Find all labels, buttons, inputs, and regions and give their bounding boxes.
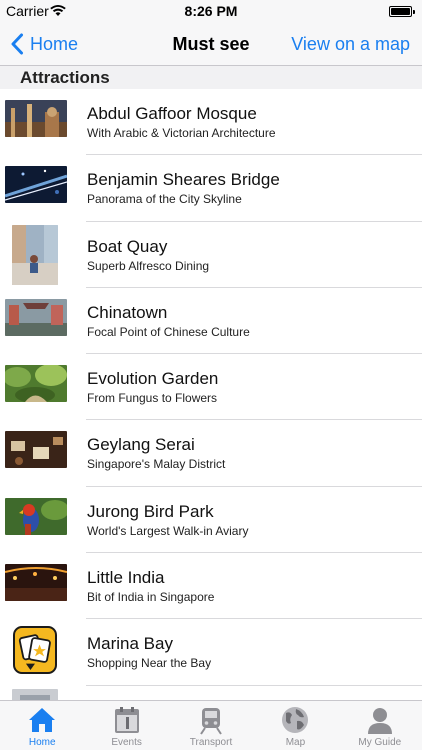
item-subtitle: Bit of India in Singapore	[87, 590, 215, 605]
attractions-list[interactable]: Abdul Gaffoor Mosque With Arabic & Victo…	[0, 89, 422, 700]
garden-thumbnail	[5, 365, 67, 403]
geylang-thumbnail	[5, 431, 67, 469]
tab-label: Transport	[189, 737, 233, 748]
chinatown-thumbnail	[5, 298, 67, 336]
view-on-map-button[interactable]: View on a map	[291, 22, 410, 66]
next-item-thumbnail	[12, 688, 58, 700]
item-title: Benjamin Sheares Bridge	[87, 170, 280, 190]
little-india-thumbnail	[5, 564, 67, 602]
calendar-icon	[114, 707, 139, 733]
bird-thumbnail	[5, 497, 67, 535]
tab-label: Events	[111, 737, 142, 748]
tab-home[interactable]: Home	[0, 701, 84, 750]
item-title: Marina Bay	[87, 634, 173, 654]
list-item-partial[interactable]	[0, 686, 422, 700]
mosque-thumbnail	[5, 100, 67, 137]
list-item[interactable]: Little India Bit of India in Singapore	[0, 553, 422, 620]
item-title: Boat Quay	[87, 236, 168, 256]
list-item[interactable]: Evolution Garden From Fungus to Flowers	[0, 354, 422, 421]
clock: 8:26 PM	[184, 3, 238, 19]
home-icon	[29, 708, 56, 732]
item-title: Evolution Garden	[87, 369, 219, 389]
item-subtitle: With Arabic & Victorian Architecture	[87, 126, 276, 140]
list-item[interactable]: Marina Bay Shopping Near the Bay	[0, 619, 422, 686]
person-icon	[367, 708, 392, 734]
placeholder-icon	[13, 626, 57, 675]
item-subtitle: From Fungus to Flowers	[87, 391, 218, 406]
chevron-left-icon	[11, 33, 23, 55]
item-title: Geylang Serai	[87, 435, 195, 455]
item-subtitle: Shopping Near the Bay	[87, 656, 212, 671]
item-subtitle: Focal Point of Chinese Culture	[87, 324, 250, 339]
tab-transport[interactable]: Transport	[169, 701, 253, 750]
back-button[interactable]: Home	[10, 22, 78, 66]
item-subtitle: Singapore's Malay District	[87, 457, 226, 472]
battery-icon	[389, 6, 415, 17]
list-item[interactable]: Boat Quay Superb Alfresco Dining	[0, 222, 422, 288]
bridge-thumbnail	[5, 166, 67, 204]
list-item[interactable]: Geylang Serai Singapore's Malay District	[0, 420, 422, 487]
item-subtitle: Panorama of the City Skyline	[87, 192, 242, 207]
navigation-bar: Home Must see View on a map	[0, 22, 422, 66]
status-bar: Carrier 8:26 PM	[0, 0, 422, 22]
tab-events[interactable]: Events	[84, 701, 168, 750]
tab-my-guide[interactable]: My Guide	[338, 701, 422, 750]
quay-thumbnail	[12, 224, 58, 285]
item-title: Abdul Gaffoor Mosque	[87, 104, 257, 123]
tab-label: Home	[28, 737, 56, 748]
globe-icon	[282, 707, 309, 733]
back-button-label: Home	[30, 33, 79, 54]
list-item[interactable]: Jurong Bird Park World's Largest Walk-in…	[0, 487, 422, 554]
list-item[interactable]: Chinatown Focal Point of Chinese Culture	[0, 288, 422, 355]
tab-bar: Home Events Transport Map My Guide	[0, 700, 422, 750]
tab-label: My Guide	[358, 737, 402, 748]
section-header: Attractions	[0, 66, 422, 89]
item-subtitle: World's Largest Walk-in Aviary	[87, 523, 249, 538]
item-subtitle: Superb Alfresco Dining	[87, 258, 210, 273]
train-icon	[200, 708, 222, 735]
item-title: Jurong Bird Park	[87, 501, 214, 521]
list-item[interactable]: Abdul Gaffoor Mosque With Arabic & Victo…	[0, 89, 422, 156]
tab-label: Map	[285, 737, 306, 748]
tab-map[interactable]: Map	[253, 701, 337, 750]
list-item[interactable]: Benjamin Sheares Bridge Panorama of the …	[0, 155, 422, 222]
item-title: Chinatown	[87, 302, 168, 322]
item-title: Little India	[87, 568, 165, 588]
